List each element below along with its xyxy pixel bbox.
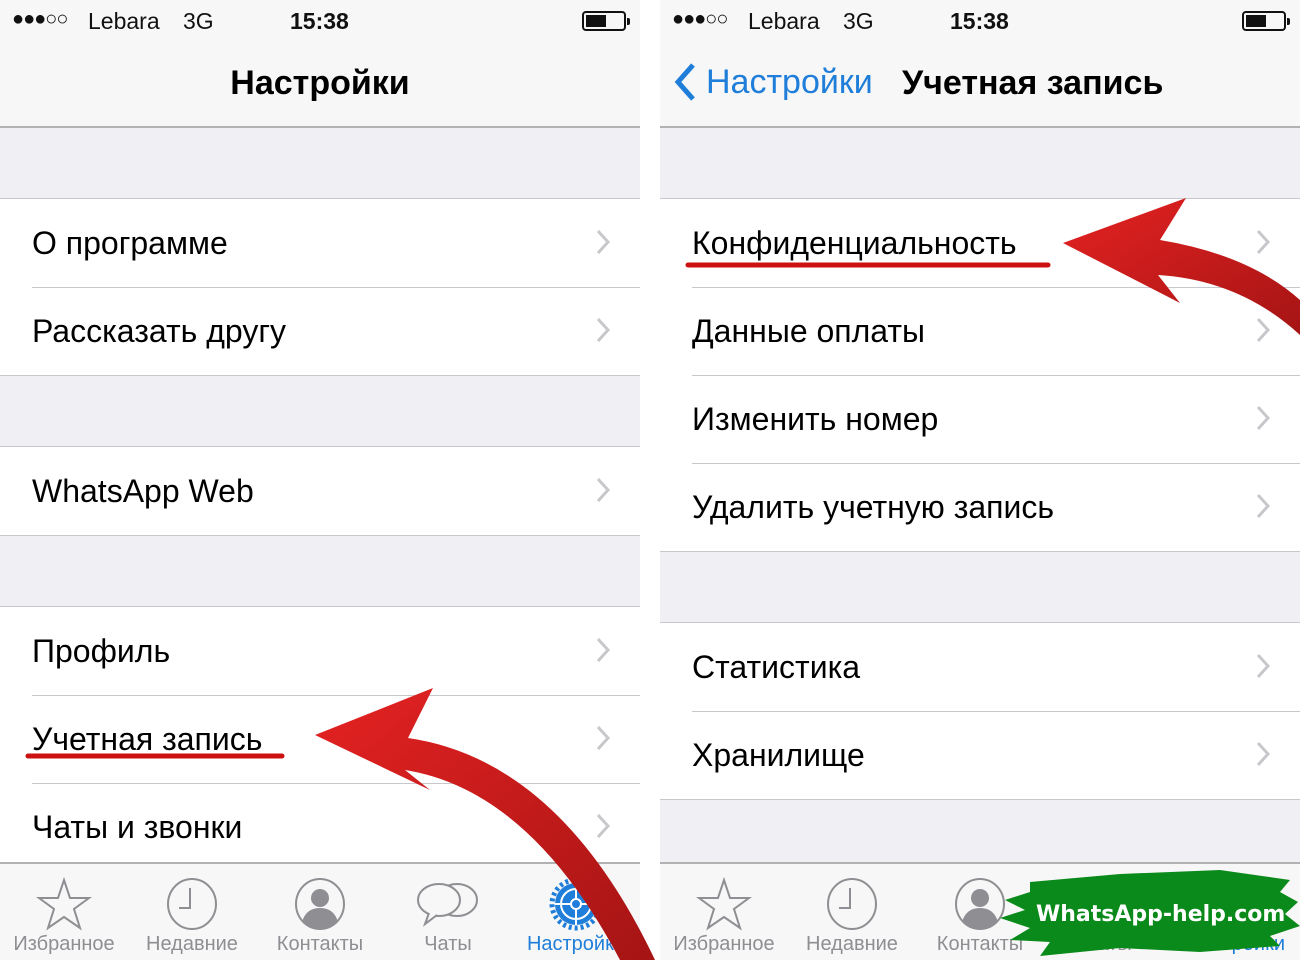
chevron-right-icon	[596, 229, 610, 255]
settings-group-info: О программе Рассказать другу	[0, 198, 640, 376]
network-type: 3G	[843, 8, 874, 34]
chevron-right-icon	[596, 477, 610, 503]
account-item-label: Данные оплаты	[692, 312, 926, 349]
chevron-right-icon	[1256, 229, 1270, 255]
clock: 15:38	[290, 8, 349, 34]
network-type: 3G	[183, 8, 214, 34]
chevron-right-icon	[1256, 405, 1270, 431]
section-spacer	[0, 536, 640, 606]
chevron-left-icon	[674, 63, 695, 101]
account-item-label: Хранилище	[692, 736, 865, 773]
status-bar: ●●●○○ Lebara 3G 15:38	[660, 0, 1300, 42]
chevron-right-icon	[596, 725, 610, 751]
watermark: WhatsApp-help.com	[1000, 862, 1300, 960]
gear-icon	[549, 877, 603, 931]
page-title: Настройки	[230, 64, 410, 102]
account-item-label: Удалить учетную запись	[692, 488, 1055, 525]
settings-item-label: О программе	[32, 224, 228, 261]
settings-screen: ●●●○○ Lebara 3G 15:38 Настройки О програ…	[0, 0, 640, 960]
account-item-storage[interactable]: Хранилище	[660, 711, 1300, 799]
chevron-right-icon	[1256, 317, 1270, 343]
account-item-change-number[interactable]: Изменить номер	[660, 375, 1300, 463]
account-list: Конфиденциальность Данные оплаты Изменит…	[660, 128, 1300, 862]
tab-settings[interactable]: Настройки	[512, 864, 640, 960]
settings-item-account[interactable]: Учетная запись	[0, 695, 640, 783]
section-spacer	[0, 128, 640, 198]
settings-item-label: Чаты и звонки	[32, 808, 243, 845]
carrier-name: Lebara	[88, 8, 160, 34]
carrier-name: Lebara	[748, 8, 820, 34]
settings-item-chats-calls[interactable]: Чаты и звонки	[0, 783, 640, 871]
settings-list: О программе Рассказать другу WhatsApp We…	[0, 128, 640, 872]
settings-item-label: Профиль	[32, 632, 171, 669]
star-icon	[696, 876, 752, 931]
tab-label: Избранное	[13, 933, 115, 955]
signal-strength-icon: ●●●○○	[12, 8, 68, 30]
watermark-text: WhatsApp-help.com	[1036, 902, 1286, 927]
tab-favorites[interactable]: Избранное	[0, 864, 128, 960]
tab-recent[interactable]: Недавние	[788, 864, 916, 960]
tab-label: Избранное	[673, 933, 775, 955]
account-group-main: Конфиденциальность Данные оплаты Изменит…	[660, 198, 1300, 552]
contact-icon	[295, 878, 345, 930]
settings-group-account: Профиль Учетная запись Чаты и звонки	[0, 606, 640, 872]
section-spacer	[660, 128, 1300, 198]
settings-item-about[interactable]: О программе	[0, 199, 640, 287]
account-item-statistics[interactable]: Статистика	[660, 623, 1300, 711]
chevron-right-icon	[1256, 653, 1270, 679]
navigation-bar: Настройки Учетная запись	[660, 42, 1300, 128]
page-title: Учетная запись	[902, 64, 1164, 102]
settings-item-label: Рассказать другу	[32, 312, 286, 349]
clock: 15:38	[950, 8, 1009, 34]
account-item-label: Статистика	[692, 648, 861, 685]
settings-item-profile[interactable]: Профиль	[0, 607, 640, 695]
settings-item-whatsapp-web[interactable]: WhatsApp Web	[0, 447, 640, 535]
tab-label: Чаты	[424, 933, 472, 955]
clock-icon	[827, 878, 877, 930]
account-item-delete-account[interactable]: Удалить учетную запись	[660, 463, 1300, 551]
tab-recent[interactable]: Недавние	[128, 864, 256, 960]
star-icon	[36, 876, 92, 931]
tab-label: Недавние	[146, 933, 238, 955]
back-button[interactable]: Настройки	[674, 62, 873, 102]
settings-group-web: WhatsApp Web	[0, 446, 640, 536]
tab-bar: Избранное Недавние Контакты Чаты Настрой…	[0, 862, 640, 960]
account-item-label: Изменить номер	[692, 400, 939, 437]
tab-label: Контакты	[276, 933, 364, 955]
chevron-right-icon	[596, 637, 610, 663]
account-item-payment[interactable]: Данные оплаты	[660, 287, 1300, 375]
account-group-data: Статистика Хранилище	[660, 622, 1300, 800]
tab-label: Недавние	[806, 933, 898, 955]
status-bar: ●●●○○ Lebara 3G 15:38	[0, 0, 640, 42]
account-item-label: Конфиденциальность	[692, 224, 1017, 261]
chat-bubbles-icon	[417, 883, 478, 927]
account-item-privacy[interactable]: Конфиденциальность	[660, 199, 1300, 287]
section-spacer	[0, 376, 640, 446]
navigation-bar: Настройки	[0, 42, 640, 128]
tab-contacts[interactable]: Контакты	[256, 864, 384, 960]
chevron-right-icon	[596, 813, 610, 839]
tab-label: Настройки	[526, 933, 626, 955]
tab-favorites[interactable]: Избранное	[660, 864, 788, 960]
battery-icon	[582, 11, 630, 31]
chevron-right-icon	[1256, 741, 1270, 767]
back-button-label: Настройки	[706, 62, 873, 101]
chevron-right-icon	[1256, 493, 1270, 519]
signal-strength-icon: ●●●○○	[672, 8, 728, 30]
clock-icon	[167, 878, 217, 930]
settings-item-label: WhatsApp Web	[32, 472, 254, 509]
chevron-right-icon	[596, 317, 610, 343]
battery-icon	[1242, 11, 1290, 31]
account-screen: ●●●○○ Lebara 3G 15:38 Настройки Учетная …	[660, 0, 1300, 960]
settings-item-tell-friend[interactable]: Рассказать другу	[0, 287, 640, 375]
tab-chats[interactable]: Чаты	[384, 864, 512, 960]
settings-item-label: Учетная запись	[32, 720, 263, 757]
section-spacer	[660, 552, 1300, 622]
